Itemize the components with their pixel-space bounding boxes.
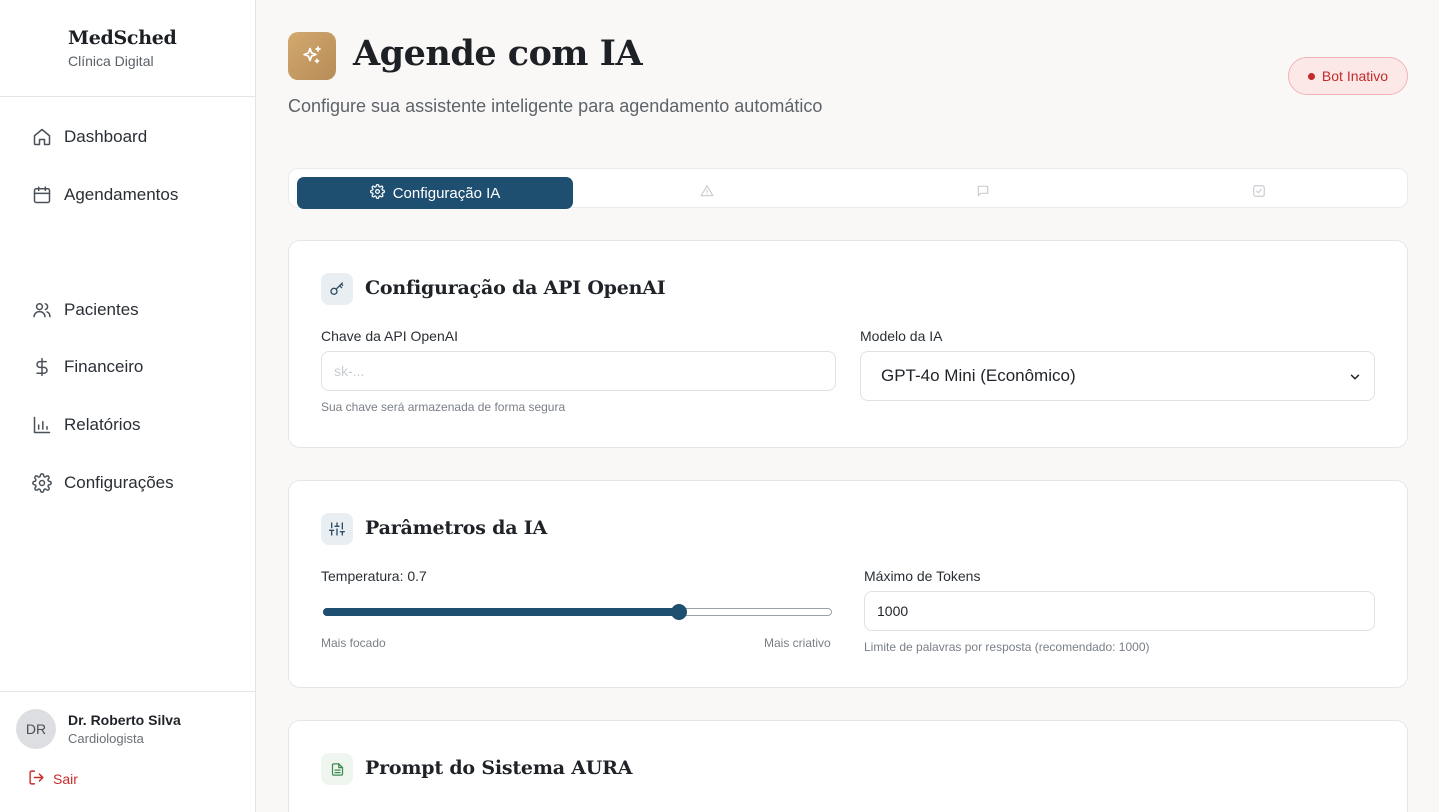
sidebar-item-agendamentos[interactable]: Agendamentos	[32, 183, 178, 207]
tab-4[interactable]	[1125, 177, 1401, 209]
calendar-icon	[32, 185, 52, 205]
sidebar-item-label: Pacientes	[64, 300, 139, 319]
avatar: DR	[16, 709, 56, 749]
max-tokens-input[interactable]	[864, 591, 1375, 631]
sidebar-item-label: Agendamentos	[64, 185, 179, 204]
user-panel: DR Dr. Roberto Silva Cardiologista Sair	[0, 691, 255, 812]
status-dot	[1307, 72, 1315, 80]
brand: MedSched Clínica Digital	[0, 0, 255, 97]
sidebar-item-label: Dashboard	[64, 127, 148, 146]
main-content: Agende com IA Configure sua assistente i…	[256, 0, 1439, 812]
sidebar-item-pacientes[interactable]: Pacientes	[32, 298, 139, 322]
sidebar-item-configuracoes[interactable]: Configurações	[32, 471, 174, 495]
tab-bar: Configuração IA	[288, 168, 1408, 209]
model-label: Modelo da IA	[860, 328, 943, 344]
api-key-hint: Sua chave será armazenada de forma segur…	[321, 400, 566, 414]
logout-button[interactable]: Sair	[28, 769, 78, 789]
api-key-label: Chave da API OpenAI	[321, 328, 458, 344]
dollar-icon	[32, 357, 52, 377]
brand-name: MedSched	[68, 27, 177, 49]
brand-subtitle: Clínica Digital	[68, 53, 154, 69]
sliders-icon	[321, 513, 353, 545]
sidebar-item-dashboard[interactable]: Dashboard	[32, 125, 147, 149]
check-icon	[1252, 184, 1266, 202]
page-title: Agende com IA	[353, 33, 643, 74]
gear-icon	[32, 473, 52, 493]
file-text-icon	[321, 753, 353, 785]
model-select-value: GPT-4o Mini (Econômico)	[881, 366, 1076, 385]
card-title: Prompt do Sistema AURA	[365, 757, 633, 779]
api-key-input[interactable]	[321, 351, 836, 391]
temperature-label: Temperatura: 0.7	[321, 568, 427, 584]
logout-icon	[28, 769, 45, 789]
page-subtitle: Configure sua assistente inteligente par…	[288, 96, 823, 116]
temperature-max-label: Mais criativo	[764, 636, 831, 650]
system-prompt-card: Prompt do Sistema AURA	[288, 720, 1408, 812]
card-title: Parâmetros da IA	[365, 517, 548, 539]
model-select[interactable]: GPT-4o Mini (Econômico)	[860, 351, 1375, 401]
sidebar-item-label: Financeiro	[64, 357, 144, 376]
key-icon	[321, 273, 353, 305]
user-name: Dr. Roberto Silva	[68, 712, 181, 728]
sidebar-item-relatorios[interactable]: Relatórios	[32, 413, 141, 437]
ai-params-card: Parâmetros da IA Temperatura: 0.7 Mais f…	[288, 480, 1408, 688]
status-label: Bot Inativo	[1321, 68, 1389, 84]
tab-label: Configuração IA	[392, 184, 501, 202]
slider-thumb[interactable]	[671, 604, 688, 620]
users-icon	[32, 300, 52, 320]
chevron-down-icon	[1348, 369, 1362, 389]
alert-icon	[700, 184, 714, 202]
logout-label: Sair	[53, 771, 78, 787]
tokens-label: Máximo de Tokens	[864, 568, 981, 584]
status-badge: Bot Inativo	[1288, 57, 1408, 95]
chat-icon	[976, 184, 990, 202]
slider-fill	[323, 608, 680, 616]
gear-icon	[369, 183, 385, 203]
tokens-hint: Limite de palavras por resposta (recomen…	[864, 640, 1150, 654]
bar-chart-icon	[32, 415, 52, 435]
home-icon	[32, 127, 52, 147]
temperature-slider[interactable]	[321, 602, 832, 622]
api-config-card: Configuração da API OpenAI Chave da API …	[288, 240, 1408, 448]
temperature-min-label: Mais focado	[321, 636, 386, 650]
user-role: Cardiologista	[68, 731, 144, 746]
tab-3[interactable]	[849, 177, 1125, 209]
sidebar: MedSched Clínica Digital Dashboard Agend…	[0, 0, 256, 812]
tab-2[interactable]	[573, 177, 849, 209]
tab-configuracao-ia[interactable]: Configuração IA	[297, 177, 573, 209]
sidebar-item-financeiro[interactable]: Financeiro	[32, 355, 143, 379]
card-title: Configuração da API OpenAI	[365, 277, 666, 299]
sidebar-item-label: Relatórios	[64, 415, 141, 434]
sparkles-icon	[288, 32, 336, 80]
sidebar-item-label: Configurações	[64, 473, 174, 492]
